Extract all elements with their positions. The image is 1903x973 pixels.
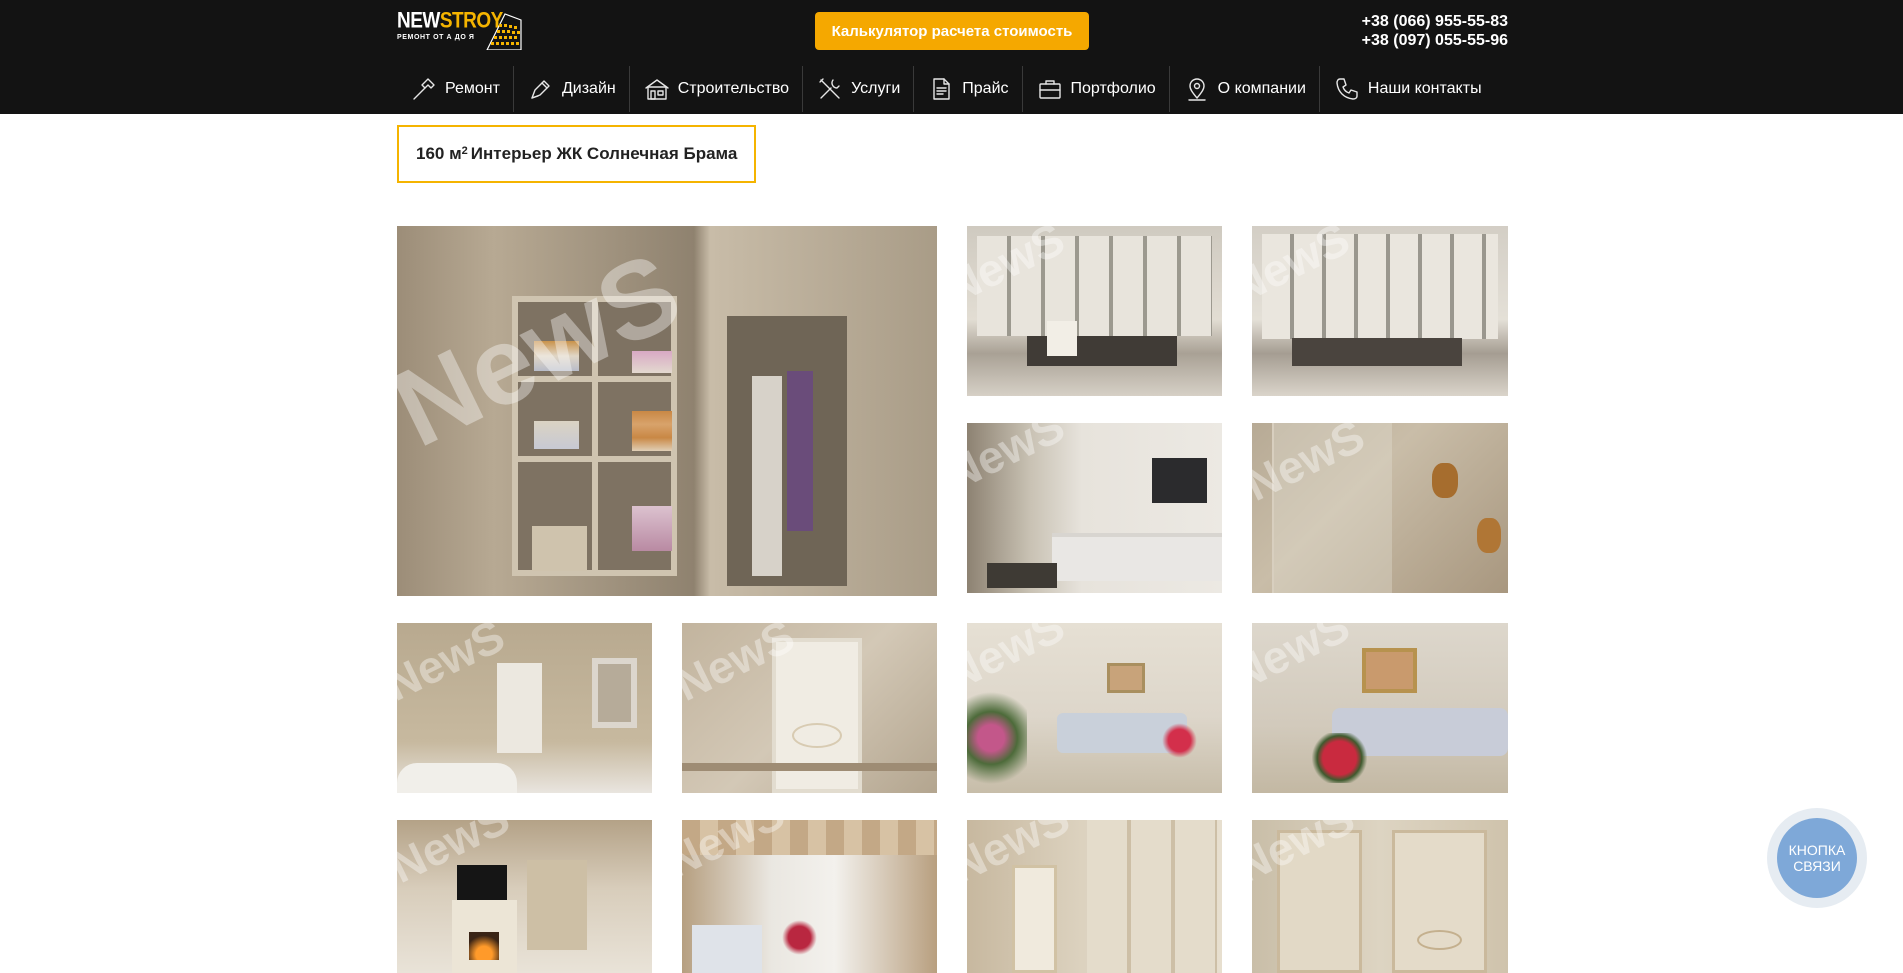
page-title: 160 м2 Интерьер ЖК Солнечная Брама <box>397 125 757 183</box>
callback-label-line2: СВЯЗИ <box>1793 858 1841 874</box>
house-icon <box>645 79 669 100</box>
gallery-image-bathroom-shower[interactable]: NewS <box>1252 423 1508 593</box>
gallery-image-bathroom-bath[interactable]: NewS <box>397 623 652 793</box>
nav-item-contacts[interactable]: Наши контакты <box>1320 66 1495 112</box>
gallery-image-living-flowers[interactable]: NewS <box>967 623 1222 793</box>
gallery-image-study-2[interactable]: NewS <box>1252 226 1508 396</box>
gallery-image-living-tv[interactable]: NewS <box>967 423 1222 593</box>
callback-label-line1: КНОПКА <box>1788 842 1846 858</box>
gallery-image-curtains[interactable]: NewS <box>682 820 937 973</box>
gallery-image-wardrobe[interactable]: NewS <box>397 226 937 596</box>
nav-item-price[interactable]: Прайс <box>914 66 1023 112</box>
nav-item-design[interactable]: Дизайн <box>514 66 630 112</box>
phone-icon <box>1336 78 1358 100</box>
nav-item-label: Портфолио <box>1070 80 1156 97</box>
nav-item-label: Услуги <box>851 80 901 97</box>
nav-item-construction[interactable]: Строительство <box>630 66 804 112</box>
phone-numbers: +38 (066) 955-55-83 +38 (097) 055-55-96 <box>1362 12 1508 50</box>
nav-item-label: Наши контакты <box>1367 80 1482 97</box>
briefcase-icon <box>1038 80 1061 99</box>
callback-button[interactable]: КНОПКА СВЯЗИ <box>1767 808 1867 908</box>
page-title-text: Интерьер ЖК Солнечная Брама <box>470 144 738 163</box>
building-logo-icon <box>486 13 522 50</box>
gallery-image-hallway-doors[interactable]: NewS <box>1252 820 1508 973</box>
gallery-image-fireplace[interactable]: NewS <box>397 820 652 973</box>
page-title-superscript: 2 <box>461 145 468 157</box>
gallery-image-door[interactable]: NewS <box>682 623 937 793</box>
nav-item-label: Дизайн <box>561 80 616 97</box>
cost-calculator-button[interactable]: Калькулятор расчета стоимость <box>815 12 1089 50</box>
nav-item-services[interactable]: Услуги <box>803 66 915 112</box>
gallery-image-living-sofa[interactable]: NewS <box>1252 623 1508 793</box>
nav-item-label: Строительство <box>677 80 790 97</box>
pen-brush-icon <box>531 80 550 99</box>
gallery-image-study[interactable]: NewS <box>967 226 1222 396</box>
nav-item-label: Ремонт <box>445 80 500 97</box>
gallery-image-hallway[interactable]: NewS <box>967 820 1222 973</box>
nav-item-remont[interactable]: Ремонт <box>397 66 514 112</box>
logo-brand-main: NEW <box>397 8 440 33</box>
watermark: NewS <box>397 623 513 711</box>
nav-item-label: О компании <box>1217 80 1306 97</box>
main-nav: Ремонт Дизайн Строительство Услуги Прайс… <box>397 66 1495 112</box>
map-pin-icon <box>1187 78 1206 101</box>
nav-item-portfolio[interactable]: Портфолио <box>1023 66 1170 112</box>
watermark: NewS <box>1252 623 1358 701</box>
nav-item-label: Прайс <box>962 80 1009 97</box>
hammer-icon <box>413 78 435 100</box>
phone-link-2[interactable]: +38 (097) 055-55-96 <box>1362 31 1508 50</box>
tools-icon <box>819 78 840 99</box>
site-logo[interactable]: NEWSTROY РЕМОНТ ОТ А ДО Я <box>397 10 525 50</box>
document-icon <box>933 78 950 100</box>
page-title-area: 160 м <box>416 144 462 163</box>
nav-item-about[interactable]: О компании <box>1170 66 1320 112</box>
phone-link-1[interactable]: +38 (066) 955-55-83 <box>1362 12 1508 31</box>
watermark: NewS <box>967 423 1073 501</box>
